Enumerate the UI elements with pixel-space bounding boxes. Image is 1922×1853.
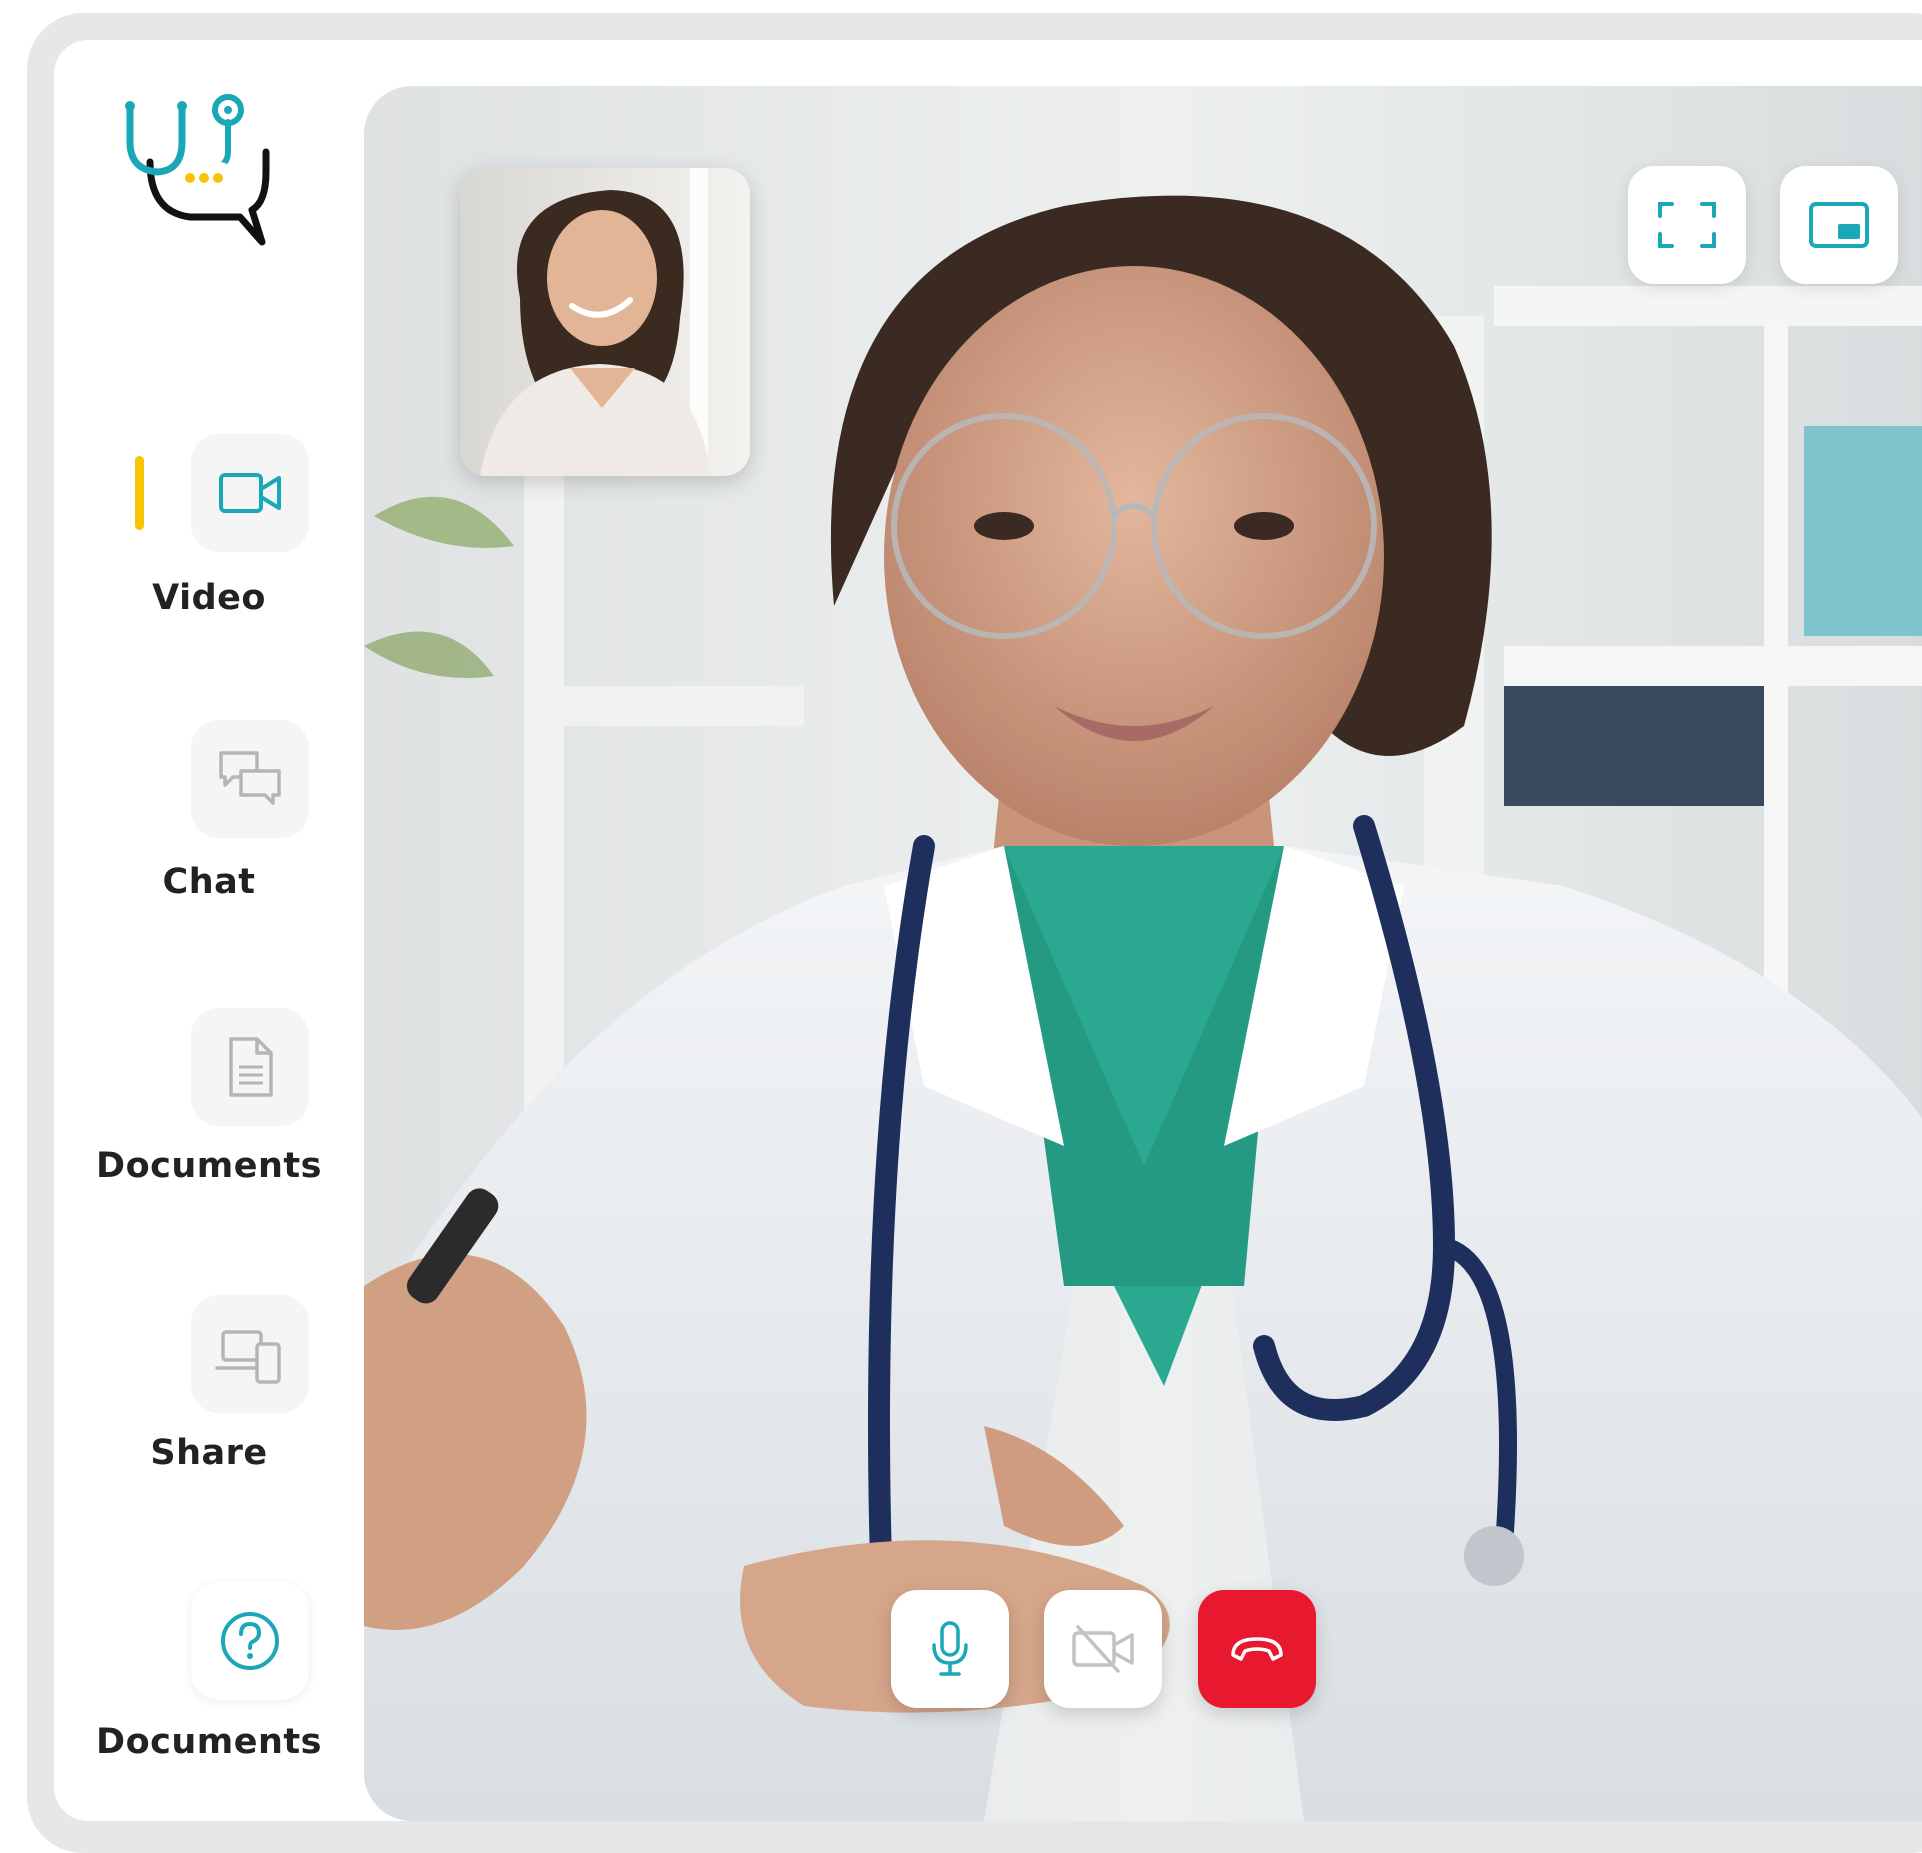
stethoscope-chat-logo-icon — [120, 92, 270, 247]
sidebar-item-chat[interactable]: Chat — [54, 720, 364, 920]
sidebar-item-label: Documents — [96, 1722, 322, 1762]
nav-tile-help[interactable] — [191, 1582, 309, 1700]
camera-off-icon — [1072, 1625, 1134, 1673]
sidebar-item-video[interactable]: Video — [54, 434, 364, 634]
picture-in-picture-icon — [1809, 202, 1869, 248]
sidebar-item-documents[interactable]: Documents — [54, 1008, 364, 1208]
fullscreen-icon — [1658, 202, 1716, 248]
sidebar-item-label: Share — [150, 1433, 268, 1473]
sidebar-item-share[interactable]: Share — [54, 1295, 364, 1495]
patient-self-view[interactable] — [460, 168, 750, 476]
fullscreen-button[interactable] — [1628, 166, 1746, 284]
chat-bubbles-icon — [219, 751, 281, 805]
active-indicator — [135, 456, 144, 530]
sidebar-item-label: Documents — [96, 1146, 322, 1186]
microphone-icon — [932, 1621, 968, 1676]
hang-up-button[interactable] — [1198, 1590, 1316, 1708]
video-camera-icon — [219, 473, 281, 513]
nav-tile-share[interactable] — [191, 1295, 309, 1413]
hang-up-icon — [1231, 1637, 1283, 1661]
microphone-button[interactable] — [891, 1590, 1009, 1708]
sidebar-item-label: Chat — [162, 862, 256, 902]
patient-self-view-image — [460, 168, 750, 476]
nav-tile-chat[interactable] — [191, 720, 309, 838]
devices-share-icon — [215, 1330, 281, 1384]
nav-tile-documents[interactable] — [191, 1008, 309, 1126]
camera-toggle-button[interactable] — [1044, 1590, 1162, 1708]
help-circle-icon — [221, 1612, 279, 1670]
picture-in-picture-button[interactable] — [1780, 166, 1898, 284]
sidebar: Video Chat Documents Share Documents — [54, 40, 364, 1821]
document-icon — [229, 1037, 273, 1097]
sidebar-item-label: Video — [152, 578, 266, 618]
sidebar-item-help[interactable]: Documents — [54, 1582, 364, 1782]
nav-tile-video[interactable] — [191, 434, 309, 552]
